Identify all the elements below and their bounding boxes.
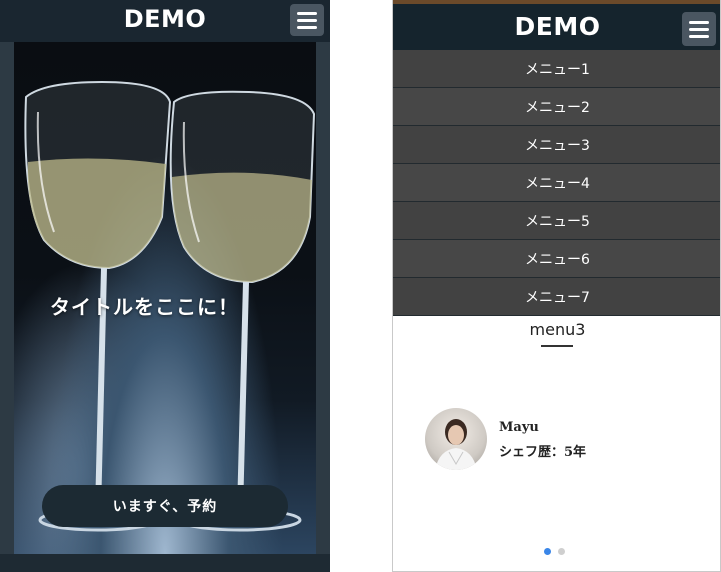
menu-item-6[interactable]: メニュー6 [393, 240, 720, 278]
hero-image: タイトルをここに！ いますぐ、予約 [14, 42, 316, 554]
site-logo[interactable]: DEMO [0, 5, 330, 33]
menu-item-3[interactable]: メニュー3 [393, 126, 720, 164]
chef-career: シェフ歴：5年 [499, 445, 587, 460]
site-header: DEMO [393, 0, 720, 50]
chef-avatar [425, 408, 487, 470]
section-divider [541, 345, 573, 347]
menu-item-1[interactable]: メニュー1 [393, 50, 720, 88]
reserve-now-button[interactable]: いますぐ、予約 [42, 485, 288, 527]
right-phone-screen: DEMO メニュー1 メニュー2 メニュー3 メニュー4 メニュー5 メニュー6… [392, 0, 721, 572]
hero-title: タイトルをここに！ [50, 295, 239, 319]
menu-item-4[interactable]: メニュー4 [393, 164, 720, 202]
hamburger-menu-icon[interactable] [290, 4, 324, 36]
site-logo[interactable]: DEMO [393, 12, 720, 41]
carousel-pagination [544, 548, 565, 555]
carousel-dot-2[interactable] [558, 548, 565, 555]
left-phone-screen: DEMO タイトルをここに！ いますぐ、予約 [0, 0, 330, 572]
site-header: DEMO [0, 0, 330, 42]
menu-item-2[interactable]: メニュー2 [393, 88, 720, 126]
section-title: menu3 [529, 320, 586, 339]
hamburger-menu-icon[interactable] [682, 12, 716, 46]
carousel-dot-1[interactable] [544, 548, 551, 555]
browser-bottom-bar [0, 554, 330, 572]
menu-item-7[interactable]: メニュー7 [393, 278, 720, 316]
dropdown-nav-menu: メニュー1 メニュー2 メニュー3 メニュー4 メニュー5 メニュー6 メニュー… [393, 50, 720, 316]
chef-name: Mayu [499, 420, 539, 435]
menu-item-5[interactable]: メニュー5 [393, 202, 720, 240]
